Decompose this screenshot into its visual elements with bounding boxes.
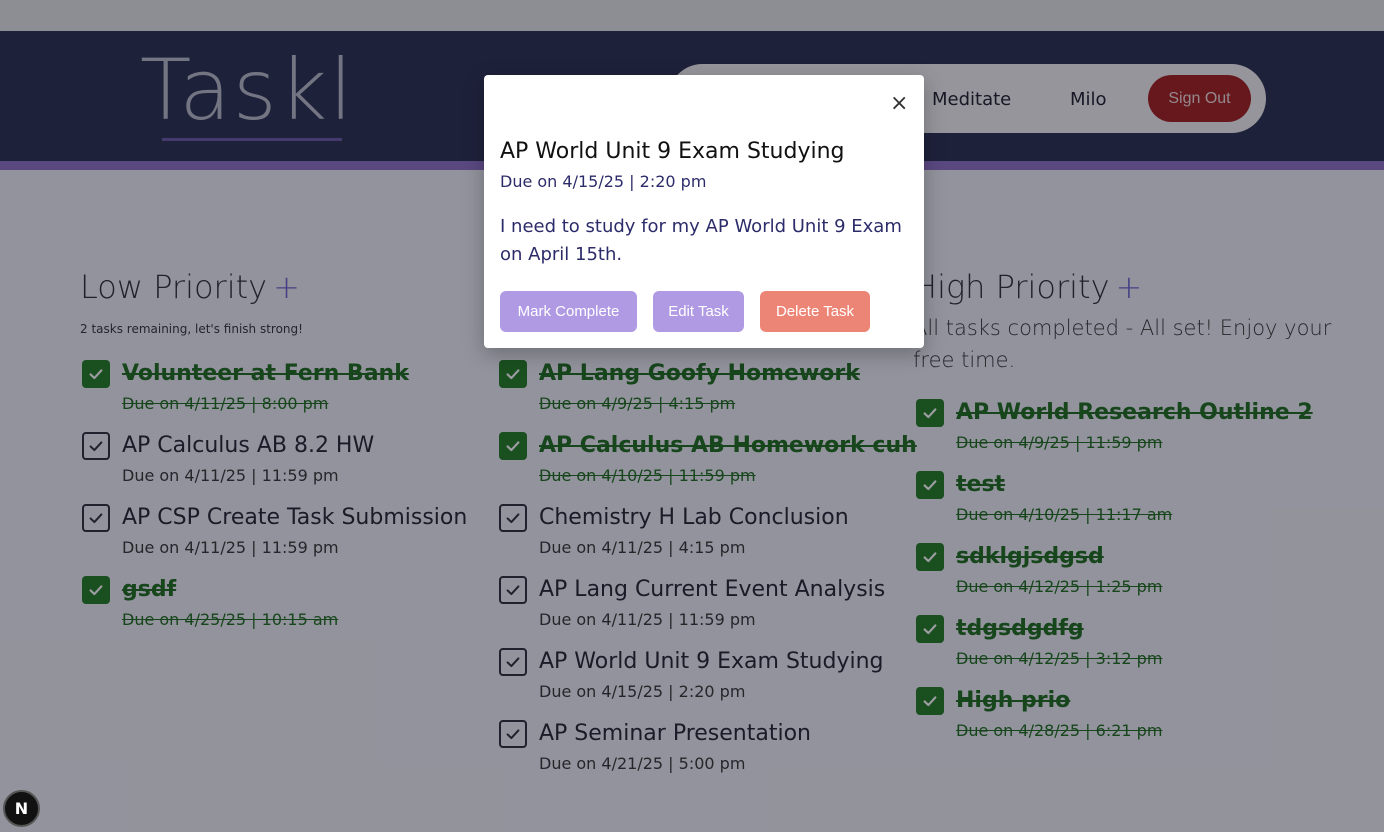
task-detail-modal: × AP World Unit 9 Exam Studying Due on 4… [484,75,924,348]
modal-task-title: AP World Unit 9 Exam Studying [500,139,845,164]
edit-task-button[interactable]: Edit Task [653,291,744,332]
modal-task-description: I need to study for my AP World Unit 9 E… [500,216,902,265]
next-dev-badge[interactable]: N [3,790,40,827]
delete-task-button[interactable]: Delete Task [760,291,870,332]
close-icon[interactable]: × [890,91,908,116]
modal-task-due: Due on 4/15/25 | 2:20 pm [500,172,707,191]
mark-complete-button[interactable]: Mark Complete [500,291,637,332]
